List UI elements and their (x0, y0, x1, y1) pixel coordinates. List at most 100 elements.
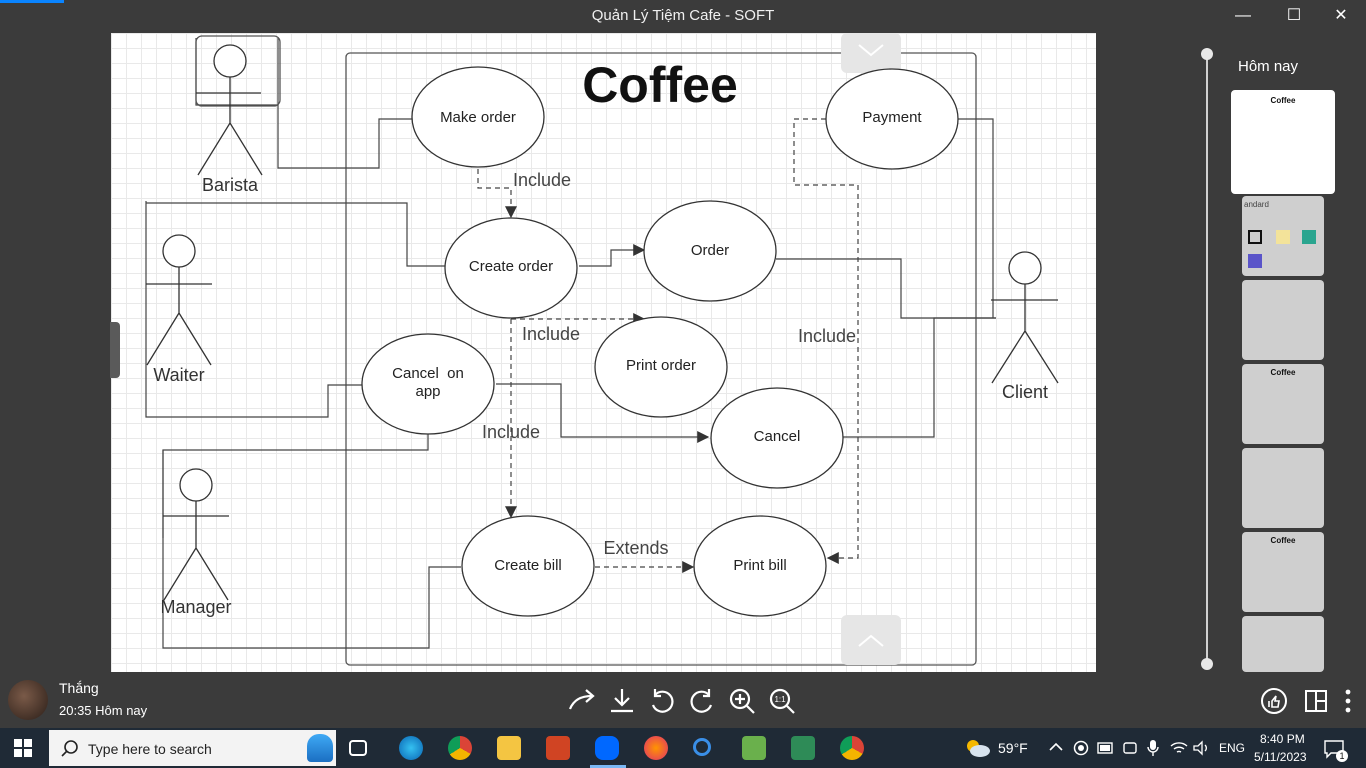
line-waiter-cancelapp (145, 301, 362, 418)
relation-label: Include (513, 170, 571, 190)
actor-label: Waiter (153, 365, 204, 385)
firefox-icon[interactable] (644, 736, 668, 760)
actor-barista (195, 35, 281, 176)
windows-start-icon[interactable] (14, 739, 32, 757)
thumbnail-item[interactable]: andard (1242, 196, 1324, 276)
thumbs-up-icon[interactable] (1258, 685, 1290, 717)
thumbnail-caption: Coffee (1270, 536, 1296, 545)
camera-icon[interactable] (1122, 740, 1138, 756)
scroll-up-hint (841, 33, 901, 73)
chevron-up-icon[interactable] (1049, 742, 1063, 752)
chrome-icon[interactable] (448, 736, 472, 760)
timeline-knob-bottom[interactable] (1201, 658, 1213, 670)
search-icon (61, 740, 78, 757)
actor-client (991, 251, 1059, 384)
taskbar-search-box[interactable]: Type here to search (49, 730, 336, 766)
actor-manager (163, 468, 229, 601)
weather-temp[interactable]: 59°F (998, 740, 1028, 756)
os-taskbar: Type here to search 59°F ENG 8:40 PM 5/1… (0, 728, 1366, 768)
sender-name: Thắng (59, 680, 99, 696)
thumbnail-item[interactable] (1242, 616, 1324, 672)
zalo-icon[interactable] (595, 736, 619, 760)
edge-icon[interactable] (399, 736, 423, 760)
usecase-label: Payment (862, 109, 922, 126)
thumbnail-item[interactable]: Coffee (1231, 90, 1335, 194)
share-icon[interactable] (566, 685, 598, 717)
loading-progress (0, 0, 64, 3)
task-view-icon[interactable] (349, 740, 367, 756)
thumbnail-sidebar: Hôm nay Coffee andard Coffee Coffee (1170, 32, 1366, 672)
diagram-image: Coffee Make order Payment Create order O… (111, 33, 1096, 672)
thumbnail-caption: andard (1244, 200, 1269, 209)
relation-label: Include (482, 422, 540, 442)
thumbnail-item[interactable] (1242, 280, 1324, 360)
file-explorer-icon[interactable] (497, 736, 521, 760)
title-bar: Quản Lý Tiệm Cafe - SOFT — ☐ ✕ (0, 0, 1366, 32)
scroll-down-hint (841, 615, 901, 665)
timeline-knob-top[interactable] (1201, 48, 1213, 60)
actor-label: Client (1002, 382, 1048, 402)
thumbnail-item[interactable] (1242, 448, 1324, 528)
record-icon[interactable] (1073, 740, 1089, 756)
zoom-in-icon[interactable] (726, 685, 758, 717)
thumbnail-caption: Coffee (1270, 368, 1296, 377)
powerpoint-icon[interactable] (546, 736, 570, 760)
use-case-diagram: Coffee Make order Payment Create order O… (145, 33, 1059, 666)
download-icon[interactable] (606, 685, 638, 717)
usecase-label: Create bill (494, 557, 562, 574)
relation-label: Extends (603, 538, 668, 558)
close-button[interactable]: ✕ (1323, 4, 1359, 28)
clock-date[interactable]: 5/11/2023 (1254, 750, 1307, 764)
minimize-button[interactable]: — (1225, 4, 1261, 28)
relation-label: Include (522, 324, 580, 344)
search-placeholder: Type here to search (88, 741, 212, 757)
usecase-label: Make order (440, 109, 516, 126)
usecase-label: Print bill (733, 557, 786, 574)
search-highlight-icon (307, 734, 333, 762)
usecase-label: Print order (626, 357, 696, 374)
app-tools-icon[interactable] (791, 736, 815, 760)
actual-size-icon[interactable]: 1:1 (766, 685, 798, 717)
thumbnail-item[interactable]: Coffee (1242, 532, 1324, 612)
window-title: Quản Lý Tiệm Cafe - SOFT (591, 7, 775, 24)
clock-time[interactable]: 8:40 PM (1260, 732, 1305, 746)
include-makeorder-createorder (477, 169, 517, 219)
actor-waiter (146, 234, 212, 366)
notification-badge: 1 (1336, 750, 1348, 762)
toggle-sidebar-icon[interactable] (1300, 685, 1332, 717)
thumbnail-item[interactable]: Coffee (1242, 364, 1324, 444)
thumb-swatch (1248, 230, 1262, 244)
thumb-swatch (1302, 230, 1316, 244)
line-createorder-order (579, 244, 646, 267)
usecase-label: Order (691, 242, 729, 259)
usecase-label: Cancel (754, 428, 801, 445)
usecase-label: Create order (469, 258, 553, 275)
avatar[interactable] (8, 680, 48, 720)
timeline-track (1206, 52, 1208, 664)
more-options-icon[interactable] (1332, 685, 1364, 717)
actual-size-label: 1:1 (774, 695, 786, 704)
input-language[interactable]: ENG (1219, 741, 1245, 755)
rotate-right-icon[interactable] (686, 685, 718, 717)
sidebar-date-label: Hôm nay (1238, 58, 1299, 75)
battery-icon[interactable] (1097, 741, 1115, 755)
weather-icon[interactable] (964, 738, 992, 758)
microphone-icon[interactable] (1146, 739, 1160, 757)
line-order-client (776, 258, 996, 319)
thumb-swatch (1248, 254, 1262, 268)
wifi-icon[interactable] (1170, 740, 1188, 756)
viewer-footer: Thắng 20:35 Hôm nay 1:1 (0, 672, 1366, 728)
chrome-profile-icon[interactable] (840, 736, 864, 760)
thumb-swatch (1276, 230, 1290, 244)
relation-label: Include (798, 326, 856, 346)
line-cancel-client (843, 317, 996, 438)
rotate-left-icon[interactable] (646, 685, 678, 717)
actor-label: Barista (202, 175, 259, 195)
maximize-button[interactable]: ☐ (1276, 4, 1312, 28)
volume-icon[interactable] (1192, 740, 1210, 756)
actor-label: Manager (160, 597, 231, 617)
previous-image-handle[interactable] (110, 322, 120, 378)
search-app-icon[interactable] (693, 738, 711, 756)
sent-time: 20:35 Hôm nay (59, 703, 148, 718)
app-cube-icon[interactable] (742, 736, 766, 760)
